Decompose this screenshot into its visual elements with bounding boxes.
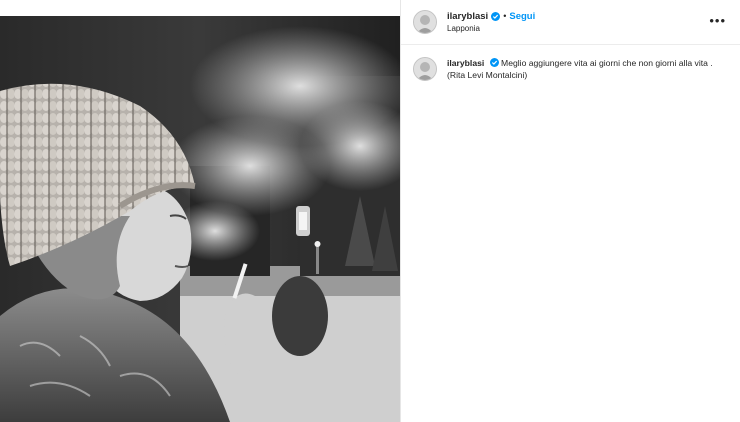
instagram-post: ilaryblasi • Segui Lapponia ••• ilarybla…: [0, 0, 740, 422]
avatar-image: [414, 58, 436, 80]
photo-illustration: [0, 16, 400, 422]
post-details: ilaryblasi • Segui Lapponia ••• ilarybla…: [400, 0, 740, 422]
caption-text: Meglio aggiungere vita ai giorni che non…: [447, 58, 713, 81]
follow-button[interactable]: Segui: [509, 11, 535, 22]
caption: ilaryblasi Meglio aggiungere vita ai gio…: [401, 45, 740, 82]
caption-avatar[interactable]: [413, 57, 437, 81]
caption-body: ilaryblasi Meglio aggiungere vita ai gio…: [447, 57, 717, 82]
more-options-icon[interactable]: •••: [709, 14, 726, 27]
username-link[interactable]: ilaryblasi: [447, 11, 488, 22]
location-link[interactable]: Lapponia: [447, 24, 535, 34]
avatar-image: [414, 11, 436, 33]
avatar[interactable]: [413, 10, 437, 34]
post-photo[interactable]: [0, 16, 400, 422]
caption-username-link[interactable]: ilaryblasi: [447, 58, 484, 68]
header-row: ilaryblasi • Segui: [447, 11, 535, 22]
post-media: [0, 0, 400, 422]
verified-badge-icon: [489, 58, 499, 67]
verified-badge-icon: [491, 11, 501, 21]
separator-dot: •: [503, 10, 507, 21]
header-text: ilaryblasi • Segui Lapponia: [447, 11, 535, 34]
post-header: ilaryblasi • Segui Lapponia •••: [401, 0, 740, 45]
